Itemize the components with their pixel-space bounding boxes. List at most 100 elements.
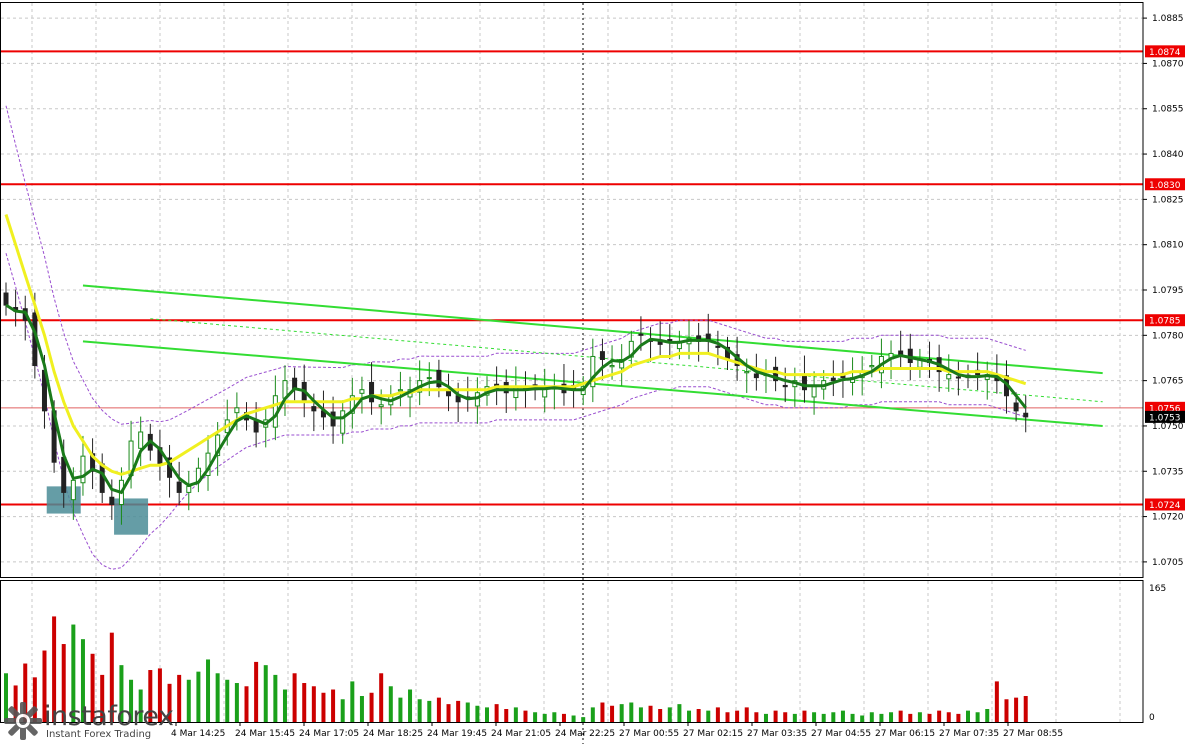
volume-bar <box>302 683 307 722</box>
level-tag-label: 1.0785 <box>1149 317 1181 327</box>
volume-bar <box>533 712 538 722</box>
volume-bar <box>600 702 605 722</box>
price-tick-label: 1.0765 <box>1152 377 1184 387</box>
volume-bar <box>677 704 682 722</box>
volume-bar <box>610 705 615 722</box>
volume-bar <box>408 689 413 722</box>
volume-bar <box>282 689 287 722</box>
candle-body <box>830 377 836 382</box>
volume-bar <box>552 712 557 722</box>
volume-bar <box>648 705 653 722</box>
candle-body <box>176 481 182 493</box>
candle-body <box>811 386 817 398</box>
time-tick-label: 24 Mar 15:45 <box>235 729 295 739</box>
volume-bar <box>1004 699 1009 722</box>
candle-body <box>715 345 721 348</box>
volume-bar <box>821 713 826 722</box>
volume-bar <box>350 681 355 722</box>
volume-bar <box>937 710 942 722</box>
volume-bar <box>504 709 509 722</box>
volume-bar <box>263 665 268 722</box>
volume-bar <box>311 686 316 722</box>
volume-bar <box>715 707 720 722</box>
time-tick-label: 27 Mar 06:15 <box>875 729 935 739</box>
level-tag-label: 1.0830 <box>1149 181 1181 191</box>
volume-bar <box>321 692 326 722</box>
volume-bar <box>388 686 393 722</box>
volume-bar <box>542 713 547 722</box>
candle-body <box>426 377 432 380</box>
time-tick-label: 24 Mar 21:05 <box>491 729 551 739</box>
volume-bar <box>523 710 528 722</box>
time-tick-label: 27 Mar 07:35 <box>939 729 999 739</box>
candle-body <box>869 365 875 368</box>
volume-bar <box>619 704 624 722</box>
level-tag-label: 1.0874 <box>1149 48 1181 58</box>
volume-bar <box>475 705 480 722</box>
volume-bar <box>581 717 586 722</box>
volume-bar <box>898 710 903 722</box>
volume-bar <box>840 710 845 722</box>
candle-body <box>801 375 807 391</box>
candle-body <box>80 455 86 484</box>
time-tick-label: 24 Mar 19:45 <box>427 729 487 739</box>
candle-body <box>1023 412 1029 418</box>
volume-bar <box>446 704 451 722</box>
volume-bar <box>754 712 759 722</box>
level-tag-label: 1.0724 <box>1149 501 1181 511</box>
volume-bar <box>879 713 884 722</box>
candle-body <box>1013 402 1019 412</box>
logo-brand-name: instaforex <box>44 701 174 732</box>
volume-bar <box>292 673 297 722</box>
price-tick-label: 1.0720 <box>1152 513 1184 523</box>
volume-bar <box>485 707 489 722</box>
price-tick-label: 1.0795 <box>1152 286 1184 296</box>
candle-body <box>609 365 615 368</box>
volume-bar <box>658 709 663 722</box>
price-tick-label: 1.0840 <box>1152 150 1184 160</box>
candle-body <box>446 391 452 397</box>
volume-bar <box>763 713 768 722</box>
candle-body <box>436 369 442 388</box>
volume-bar <box>590 707 595 722</box>
candle-body <box>744 371 750 374</box>
volume-bar <box>225 679 230 722</box>
candle-body <box>61 456 67 493</box>
volume-bar <box>869 712 874 722</box>
candle-body <box>186 485 192 493</box>
volume-bar <box>513 707 518 722</box>
volume-bar <box>994 681 999 722</box>
price-tick-label: 1.0825 <box>1152 195 1184 205</box>
candle-body <box>359 389 365 394</box>
instaforex-logo: instaforex Instant Forex Trading <box>0 697 181 744</box>
volume-bar <box>792 713 797 722</box>
price-tick-label: 1.0855 <box>1152 105 1184 115</box>
volume-bar <box>561 713 566 722</box>
time-tick-label: 27 Mar 08:55 <box>1003 729 1063 739</box>
price-tick-label: 1.0810 <box>1152 241 1184 251</box>
volume-bar <box>687 710 692 722</box>
volume-bar <box>398 697 403 722</box>
volume-bar <box>735 710 740 722</box>
price-tick-label: 1.0705 <box>1152 558 1184 568</box>
volume-bar <box>234 683 239 722</box>
price-chart: 1.08741.08301.07851.07241.07561.0753 1.0… <box>0 0 1187 744</box>
volume-bar <box>494 704 499 722</box>
volume-bar <box>629 702 634 722</box>
volume-bar <box>571 715 576 722</box>
volume-bar <box>831 712 836 722</box>
volume-bar <box>379 673 384 722</box>
price-tick-label: 1.0885 <box>1152 14 1184 24</box>
volume-bar <box>966 710 970 722</box>
price-tick-label: 1.0870 <box>1152 59 1184 69</box>
volume-bar <box>436 697 441 722</box>
logo-icon <box>4 702 42 740</box>
candle-body <box>234 407 240 414</box>
volume-bar <box>186 679 191 722</box>
candle-body <box>397 389 403 392</box>
volume-bar <box>860 715 865 722</box>
candle-body <box>638 333 644 336</box>
volume-bar <box>802 710 807 722</box>
candle-body <box>340 410 346 434</box>
candle-body <box>3 292 9 306</box>
